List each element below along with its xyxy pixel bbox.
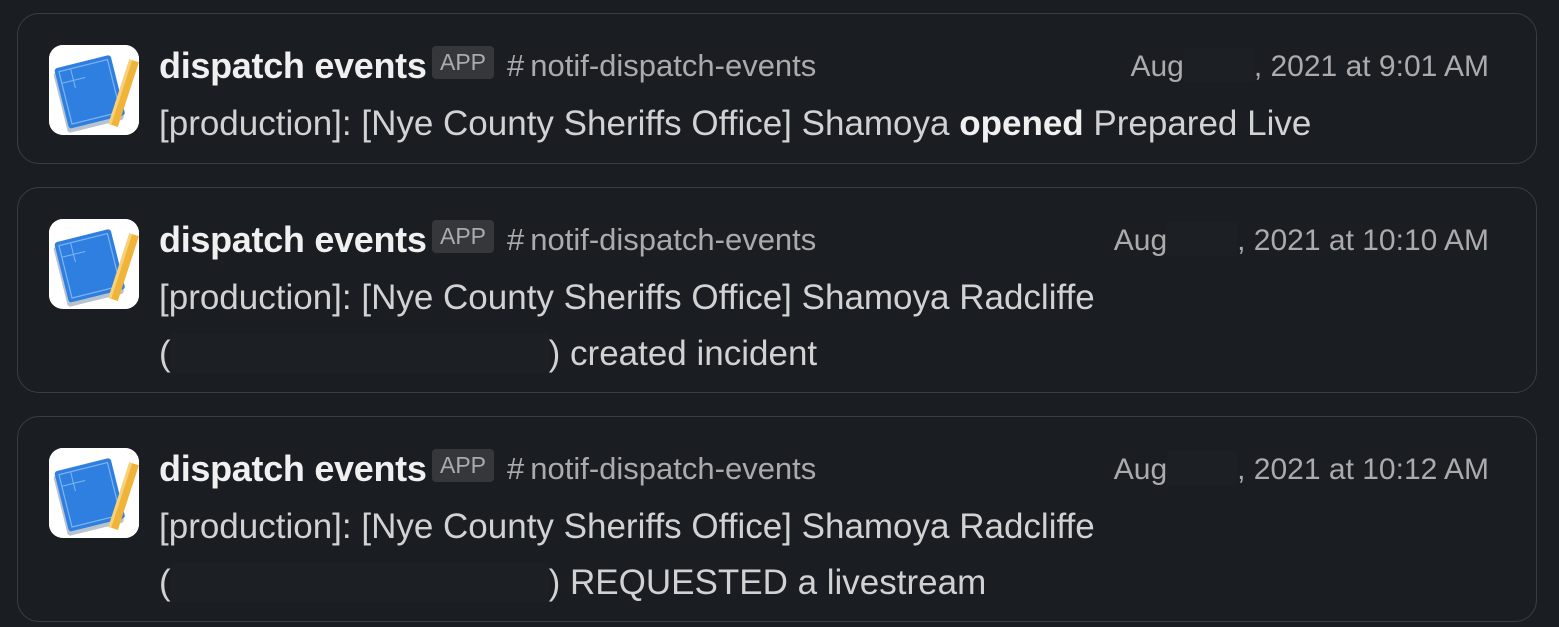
- message-body: [production]: [Nye County Sheriffs Offic…: [159, 499, 1499, 611]
- redacted-id: [170, 562, 549, 602]
- message-text-tail: Prepared Live: [1083, 104, 1312, 143]
- timestamp-month: Aug: [1130, 50, 1184, 83]
- app-badge: APP: [432, 220, 495, 253]
- message-header: dispatch events APP # notif-dispatch-even…: [159, 44, 1489, 88]
- channel-hash-icon: #: [507, 451, 525, 486]
- blueprint-pencil-icon: [49, 45, 139, 135]
- timestamp-month: Aug: [1113, 453, 1168, 486]
- message-header: dispatch events APP # notif-dispatch-even…: [159, 218, 1489, 262]
- channel-name: notif-dispatch-events: [530, 451, 817, 486]
- message-card[interactable]: dispatch events APP # notif-dispatch-even…: [17, 416, 1537, 622]
- channel-hash-icon: #: [507, 222, 525, 257]
- blueprint-pencil-icon: [49, 448, 139, 538]
- message-card[interactable]: dispatch events APP # notif-dispatch-even…: [17, 13, 1537, 164]
- message-body: [production]: [Nye County Sheriffs Offic…: [159, 96, 1499, 152]
- timestamp-rest: , 2021 at 10:12 AM: [1237, 453, 1489, 486]
- channel-link[interactable]: # notif-dispatch-events: [507, 222, 816, 258]
- timestamp-rest: , 2021 at 10:10 AM: [1237, 224, 1489, 257]
- message-bold-text: opened: [959, 104, 1084, 143]
- redacted-day: [1167, 222, 1238, 256]
- redacted-day: [1183, 48, 1254, 82]
- app-avatar[interactable]: [49, 448, 139, 538]
- message-feed: dispatch events APP # notif-dispatch-even…: [0, 0, 1559, 627]
- channel-name: notif-dispatch-events: [530, 48, 817, 83]
- message-card[interactable]: dispatch events APP # notif-dispatch-even…: [17, 187, 1537, 393]
- redacted-day: [1167, 451, 1238, 485]
- app-badge: APP: [432, 449, 495, 482]
- timestamp[interactable]: Aug , 2021 at 9:01 AM: [1130, 48, 1489, 84]
- paren-open: (: [159, 334, 171, 373]
- message-text: [production]: [Nye County Sheriffs Offic…: [159, 104, 960, 143]
- channel-link[interactable]: # notif-dispatch-events: [507, 48, 816, 84]
- message-line-2-text: ) REQUESTED a livestream: [548, 563, 987, 602]
- channel-name: notif-dispatch-events: [530, 222, 817, 257]
- timestamp[interactable]: Aug , 2021 at 10:12 AM: [1114, 451, 1489, 487]
- message-line-1: [production]: [Nye County Sheriffs Offic…: [159, 507, 1095, 546]
- app-badge: APP: [432, 46, 495, 79]
- timestamp-month: Aug: [1113, 224, 1168, 257]
- sender-name[interactable]: dispatch events: [159, 219, 427, 261]
- message-line-2-text: ) created incident: [548, 334, 818, 373]
- app-avatar[interactable]: [49, 219, 139, 309]
- redacted-id: [170, 333, 549, 373]
- message-line-2: ( ) created incident: [159, 326, 1499, 382]
- sender-name[interactable]: dispatch events: [159, 448, 427, 490]
- timestamp[interactable]: Aug , 2021 at 10:10 AM: [1114, 222, 1489, 258]
- timestamp-rest: , 2021 at 9:01 AM: [1253, 50, 1489, 83]
- message-line-1: [production]: [Nye County Sheriffs Offic…: [159, 278, 1095, 317]
- blueprint-pencil-icon: [49, 219, 139, 309]
- channel-link[interactable]: # notif-dispatch-events: [507, 451, 816, 487]
- paren-open: (: [159, 563, 171, 602]
- message-line-2: ( ) REQUESTED a livestream: [159, 555, 1499, 611]
- app-avatar[interactable]: [49, 45, 139, 135]
- message-header: dispatch events APP # notif-dispatch-even…: [159, 447, 1489, 491]
- message-body: [production]: [Nye County Sheriffs Offic…: [159, 270, 1499, 382]
- channel-hash-icon: #: [507, 48, 525, 83]
- sender-name[interactable]: dispatch events: [159, 45, 427, 87]
